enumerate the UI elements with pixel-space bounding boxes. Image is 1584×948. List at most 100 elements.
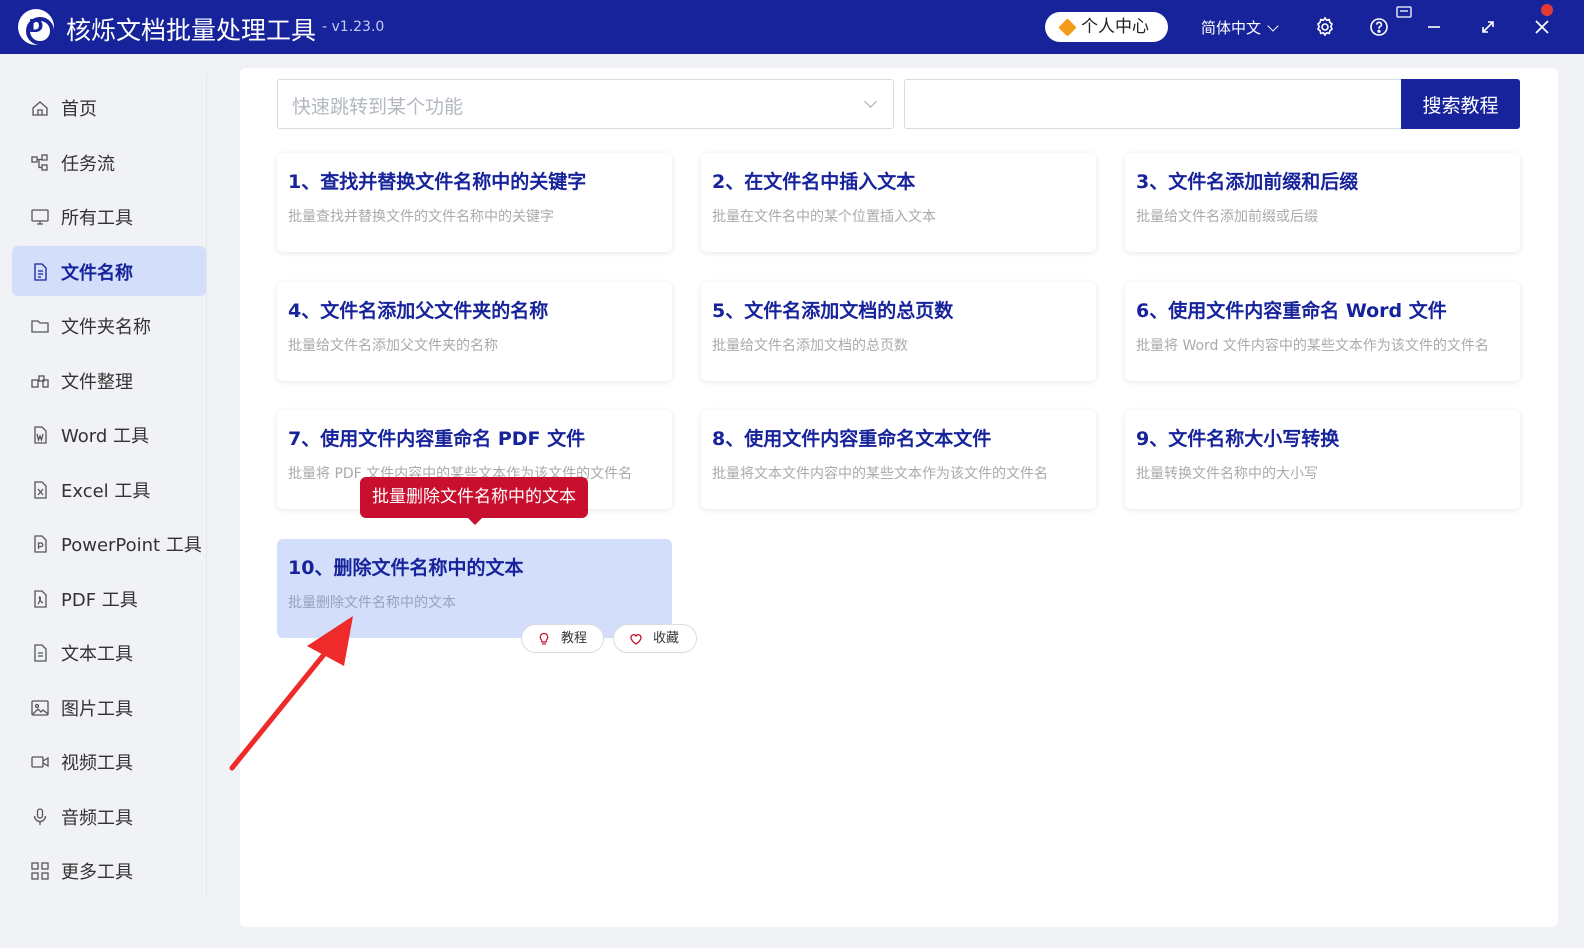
sidebar-item-organize[interactable]: 文件整理 <box>12 355 206 405</box>
card-description: 批量在文件名中的某个位置插入文本 <box>712 209 936 225</box>
card-title: 5、文件名添加文档的总页数 <box>712 300 954 322</box>
search-tutorial-button[interactable]: 搜索教程 <box>1401 79 1520 129</box>
powerpoint-icon <box>34 535 47 553</box>
function-card[interactable]: 3、文件名添加前缀和后缀批量给文件名添加前缀或后缀 <box>1125 153 1520 252</box>
sidebar-item-label: 视频工具 <box>61 753 133 774</box>
function-card[interactable]: 5、文件名添加文档的总页数批量给文件名添加文档的总页数 <box>701 282 1096 381</box>
sidebar-item-label: 音频工具 <box>61 807 133 829</box>
sidebar-item-text[interactable]: 文本工具 <box>12 627 206 677</box>
chevron-down-icon <box>864 95 877 108</box>
function-card[interactable]: 1、查找并替换文件名称中的关键字批量查找并替换文件的文件名称中的关键字 <box>277 153 672 252</box>
sidebar-item-file-name[interactable]: 文件名称 <box>12 245 206 296</box>
sidebar-item-label: 任务流 <box>61 153 115 175</box>
card-description: 批量转换文件名称中的大小写 <box>1136 466 1318 482</box>
card-description: 批量给文件名添加前缀或后缀 <box>1136 209 1318 225</box>
card-title: 8、使用文件内容重命名文本文件 <box>712 428 992 450</box>
sidebar-item-label: 文件夹名称 <box>61 317 151 338</box>
sidebar-item-label: 更多工具 <box>61 862 133 883</box>
function-card[interactable]: 9、文件名称大小写转换批量转换文件名称中的大小写 <box>1125 410 1520 509</box>
function-card[interactable]: 8、使用文件内容重命名文本文件批量将文本文件内容中的某些文本作为该文件的文件名 <box>701 410 1096 509</box>
help-icon[interactable] <box>1367 15 1391 39</box>
card-title: 6、使用文件内容重命名 Word 文件 <box>1136 300 1447 322</box>
app-version: - v1.23.0 <box>322 19 385 35</box>
video-icon <box>31 756 49 768</box>
title-bar: D 核烁文档批量处理工具 - v1.23.0 个人中心 简体中文 <box>0 0 1584 54</box>
sidebar-item-label: 文件整理 <box>61 371 133 393</box>
sidebar-item-video[interactable]: 视频工具 <box>12 736 206 786</box>
function-card[interactable]: 4、文件名添加父文件夹的名称批量给文件名添加父文件夹的名称 <box>277 282 672 381</box>
text-icon <box>34 644 47 662</box>
workflow-icon <box>31 153 48 171</box>
monitor-icon <box>31 209 49 225</box>
card-title: 4、文件名添加父文件夹的名称 <box>288 300 549 322</box>
sidebar-item-image[interactable]: 图片工具 <box>12 682 206 732</box>
heart-icon <box>630 634 642 645</box>
quick-jump-select[interactable]: 快速跳转到某个功能 <box>277 79 894 129</box>
sidebar-item-label: PDF 工具 <box>61 589 138 611</box>
card-title: 2、在文件名中插入文本 <box>712 171 916 193</box>
image-icon <box>31 699 49 716</box>
user-center-button[interactable]: 个人中心 <box>1045 12 1168 42</box>
gear-icon[interactable] <box>1313 15 1337 39</box>
close-icon[interactable] <box>1530 15 1554 39</box>
tutorial-button[interactable]: 教程 <box>521 624 604 653</box>
sidebar-item-pdf[interactable]: PDF 工具 <box>12 573 206 623</box>
card-title: 9、文件名称大小写转换 <box>1136 428 1340 450</box>
card-description: 批量给文件名添加文档的总页数 <box>712 338 908 354</box>
sidebar-item-home[interactable]: 首页 <box>12 82 206 132</box>
card-title: 10、删除文件名称中的文本 <box>288 557 524 579</box>
file-name-icon <box>34 262 47 281</box>
message-icon[interactable] <box>1396 6 1412 18</box>
card-title: 1、查找并替换文件名称中的关键字 <box>288 171 587 193</box>
sidebar-item-label: 首页 <box>61 99 97 120</box>
favorite-button[interactable]: 收藏 <box>613 624 697 653</box>
tutorial-label: 教程 <box>561 631 588 646</box>
grid-icon <box>31 862 49 880</box>
language-selector[interactable]: 简体中文 <box>1201 17 1279 38</box>
sidebar-item-label: 图片工具 <box>61 698 133 720</box>
sidebar-item-folder[interactable]: 文件夹名称 <box>12 300 206 350</box>
function-card[interactable]: 2、在文件名中插入文本批量在文件名中的某个位置插入文本 <box>701 153 1096 252</box>
pdf-icon <box>34 589 47 608</box>
organize-icon <box>31 374 49 388</box>
language-label: 简体中文 <box>1201 19 1262 37</box>
notification-dot <box>1541 4 1553 16</box>
sidebar-item-powerpoint[interactable]: PowerPoint 工具 <box>12 518 206 568</box>
sidebar-item-label: 文件名称 <box>61 262 133 284</box>
sidebar-item-label: PowerPoint 工具 <box>61 535 202 556</box>
sidebar-item-audio[interactable]: 音频工具 <box>12 791 206 841</box>
app-logo: D <box>18 9 54 45</box>
chevron-down-icon <box>1267 20 1279 32</box>
audio-icon <box>33 807 47 825</box>
sidebar-item-excel[interactable]: Excel 工具 <box>12 464 206 514</box>
sidebar-item-monitor[interactable]: 所有工具 <box>12 191 206 241</box>
word-icon <box>34 426 47 444</box>
lightbulb-icon <box>539 632 549 645</box>
card-title: 3、文件名添加前缀和后缀 <box>1136 171 1359 193</box>
function-card[interactable]: 6、使用文件内容重命名 Word 文件批量将 Word 文件内容中的某些文本作为… <box>1125 282 1520 381</box>
excel-icon <box>34 480 47 499</box>
maximize-icon[interactable] <box>1476 15 1500 39</box>
card-description: 批量将 Word 文件内容中的某些文本作为该文件的文件名 <box>1136 338 1489 354</box>
card-description: 批量查找并替换文件的文件名称中的关键字 <box>288 209 554 225</box>
favorite-label: 收藏 <box>653 631 680 646</box>
minimize-icon[interactable] <box>1422 15 1446 39</box>
pointer-arrow <box>229 616 353 771</box>
quick-jump-placeholder: 快速跳转到某个功能 <box>292 96 464 118</box>
diamond-icon <box>1058 18 1077 37</box>
sidebar-item-label: Word 工具 <box>61 426 149 447</box>
user-center-label: 个人中心 <box>1081 17 1149 37</box>
card-description: 批量给文件名添加父文件夹的名称 <box>288 338 498 354</box>
sidebar-item-label: 文本工具 <box>61 644 133 665</box>
sidebar-item-grid[interactable]: 更多工具 <box>12 845 206 895</box>
sidebar-item-workflow[interactable]: 任务流 <box>12 137 206 187</box>
sidebar-item-word[interactable]: Word 工具 <box>12 409 206 459</box>
app-title: 核烁文档批量处理工具 <box>66 16 317 45</box>
card-tooltip: 批量删除文件名称中的文本 <box>360 477 588 525</box>
sidebar-item-label: 所有工具 <box>61 208 133 229</box>
sidebar-item-label: Excel 工具 <box>61 480 151 502</box>
tutorial-search-input[interactable] <box>904 79 1402 129</box>
card-description: 批量将文本文件内容中的某些文本作为该文件的文件名 <box>712 466 1048 482</box>
sidebar-divider <box>206 74 207 896</box>
folder-icon <box>31 320 49 333</box>
